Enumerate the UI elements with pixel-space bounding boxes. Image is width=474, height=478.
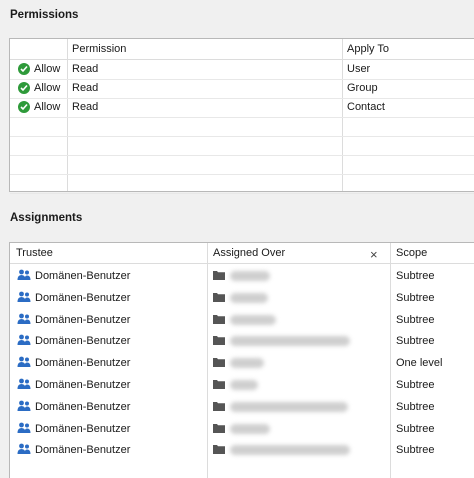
permission-row[interactable]: Allow Read Contact bbox=[10, 98, 474, 118]
redacted-location bbox=[230, 445, 350, 456]
assignment-row[interactable]: Domänen-Benutzer Subtree bbox=[10, 330, 474, 352]
column-apply-to[interactable]: Apply To bbox=[347, 43, 389, 55]
assignment-row[interactable]: Domänen-Benutzer One level bbox=[10, 352, 474, 374]
permission-effect: Allow bbox=[34, 63, 61, 75]
redacted-location bbox=[230, 292, 268, 303]
permission-effect: Allow bbox=[34, 101, 61, 113]
permissions-header: Permission Apply To bbox=[10, 39, 474, 60]
permission-apply-to: Contact bbox=[347, 101, 385, 113]
permission-effect: Allow bbox=[34, 82, 61, 94]
folder-icon bbox=[213, 314, 225, 324]
trustee-name: Domänen-Benutzer bbox=[35, 335, 131, 348]
scope-value: Subtree bbox=[396, 444, 435, 457]
permissions-title: Permissions bbox=[10, 9, 79, 21]
scope-value: Subtree bbox=[396, 400, 435, 413]
redacted-location bbox=[230, 336, 350, 347]
users-icon bbox=[17, 443, 31, 455]
users-icon bbox=[17, 378, 31, 389]
scope-value: Subtree bbox=[396, 313, 435, 326]
trustee-name: Domänen-Benutzer bbox=[35, 422, 131, 435]
users-icon bbox=[17, 291, 31, 302]
empty-row bbox=[10, 117, 474, 137]
assignments-title: Assignments bbox=[10, 212, 83, 224]
folder-icon bbox=[213, 423, 225, 433]
trustee-name: Domänen-Benutzer bbox=[35, 379, 131, 391]
scope-value: Subtree bbox=[396, 270, 435, 282]
users-icon bbox=[17, 400, 31, 411]
redacted-location bbox=[230, 314, 276, 325]
folder-icon bbox=[213, 401, 225, 411]
permission-row[interactable]: Allow Read Group bbox=[10, 79, 474, 99]
trustee-name: Domänen-Benutzer bbox=[35, 444, 131, 457]
scope-value: Subtree bbox=[396, 422, 435, 435]
assignments-grid[interactable]: Trustee Assigned Over × Scope Domänen-Be… bbox=[9, 242, 474, 478]
redacted-location bbox=[230, 401, 348, 412]
users-icon bbox=[17, 334, 31, 346]
column-assigned-over[interactable]: Assigned Over bbox=[213, 247, 285, 259]
assignment-row[interactable]: Domänen-Benutzer Subtree bbox=[10, 396, 474, 418]
assignment-row[interactable]: Domänen-Benutzer Subtree bbox=[10, 287, 474, 309]
trustee-name: Domänen-Benutzer bbox=[35, 357, 131, 370]
trustee-name: Domänen-Benutzer bbox=[35, 400, 131, 413]
assignment-row[interactable]: Domänen-Benutzer Subtree bbox=[10, 265, 474, 287]
column-permission[interactable]: Permission bbox=[72, 43, 126, 55]
permission-name: Read bbox=[72, 82, 99, 94]
empty-row bbox=[10, 174, 474, 194]
allow-check-icon bbox=[18, 63, 30, 75]
column-scope[interactable]: Scope bbox=[396, 247, 427, 259]
empty-row bbox=[10, 136, 474, 156]
trustee-name: Domänen-Benutzer bbox=[35, 313, 131, 326]
allow-check-icon bbox=[18, 101, 30, 113]
redacted-location bbox=[230, 358, 264, 369]
assignment-row[interactable]: Domänen-Benutzer Subtree bbox=[10, 374, 474, 396]
permission-apply-to: User bbox=[347, 63, 371, 75]
close-icon[interactable]: × bbox=[370, 247, 378, 262]
trustee-name: Domänen-Benutzer bbox=[35, 270, 131, 282]
folder-icon bbox=[213, 445, 225, 455]
folder-icon bbox=[213, 292, 225, 302]
scope-value: Subtree bbox=[396, 335, 435, 348]
column-trustee[interactable]: Trustee bbox=[16, 247, 53, 259]
scope-value: One level bbox=[396, 357, 443, 370]
folder-icon bbox=[213, 336, 225, 346]
folder-icon bbox=[213, 271, 225, 280]
folder-icon bbox=[213, 380, 225, 389]
empty-row bbox=[10, 155, 474, 175]
redacted-location bbox=[230, 423, 270, 434]
permission-row[interactable]: Allow Read User bbox=[10, 60, 474, 80]
redacted-location bbox=[230, 380, 258, 390]
redacted-location bbox=[230, 271, 270, 281]
permission-name: Read bbox=[72, 63, 99, 75]
scope-value: Subtree bbox=[396, 379, 435, 391]
assignment-row[interactable]: Domänen-Benutzer Subtree bbox=[10, 309, 474, 331]
assignment-row[interactable]: Domänen-Benutzer Subtree bbox=[10, 439, 474, 461]
users-icon bbox=[17, 313, 31, 324]
permissions-grid[interactable]: Permission Apply To Allow Read User Allo… bbox=[9, 38, 474, 194]
permission-apply-to: Group bbox=[347, 82, 378, 94]
scope-value: Subtree bbox=[396, 291, 435, 304]
allow-check-icon bbox=[18, 82, 30, 94]
assignments-header: Trustee Assigned Over × Scope bbox=[10, 243, 474, 264]
assignment-row[interactable]: Domänen-Benutzer Subtree bbox=[10, 418, 474, 440]
trustee-name: Domänen-Benutzer bbox=[35, 291, 131, 304]
users-icon bbox=[17, 269, 31, 280]
folder-icon bbox=[213, 358, 225, 368]
users-icon bbox=[17, 356, 31, 368]
users-icon bbox=[17, 422, 31, 433]
permission-name: Read bbox=[72, 101, 99, 113]
